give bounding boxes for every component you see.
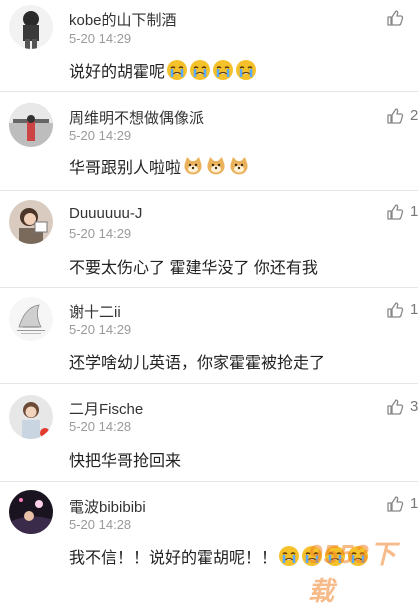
crying-face-icon [278,545,300,567]
comment-text: 说好的胡霍呢 [69,58,257,82]
avatar[interactable] [9,103,53,147]
comment-time: 5-20 14:28 [69,419,132,434]
comment-text: 还学啥幼儿英语，你家霍霍被抢走了 [69,355,326,372]
comment-time: 5-20 14:29 [69,226,132,241]
comment-text-body: 华哥跟别人啦啦 [69,160,182,177]
like-button[interactable]: 1 [386,301,418,321]
divider [0,287,418,288]
like-button[interactable]: 3 [386,398,418,418]
comment-time: 5-20 14:29 [69,31,132,46]
site-watermark: 9553下载 [300,528,418,606]
comment-username[interactable]: 周维明不想做偶像派 [69,107,204,128]
comment-username[interactable]: 谢十二ii [69,301,121,322]
avatar[interactable] [9,297,53,341]
crying-face-icon [166,59,188,81]
comment-username[interactable]: Duuuuuu-J [69,205,142,222]
comment-username[interactable]: 電波bibibibi [69,496,146,517]
comment-username[interactable]: 二月Fische [69,398,143,419]
like-count: 1 [410,203,418,220]
comment-text-body: 我不信！！说好的霍胡呢！！ [69,550,278,567]
like-button[interactable]: 1 [386,495,418,515]
comment-username[interactable]: kobe的山下制酒 [69,9,177,30]
comment-time: 5-20 14:29 [69,322,132,337]
comment-text: 不要太伤心了 霍建华没了 你还有我 [69,260,318,277]
comment-text: 华哥跟别人啦啦 [69,154,250,178]
comment-time: 5-20 14:28 [69,517,132,532]
divider [0,190,418,191]
avatar[interactable] [9,200,53,244]
like-count: 2 [410,107,418,124]
doge-face-icon [205,155,227,177]
avatar[interactable] [9,490,53,534]
divider [0,91,418,92]
like-count: 3 [410,398,418,415]
comment-text-body: 说好的胡霍呢 [69,64,166,81]
comment-time: 5-20 14:29 [69,128,132,143]
thumbs-up-icon [387,302,404,318]
thumbs-up-icon [387,108,404,124]
watermark-text: 9553下载 [308,539,397,606]
doge-face-icon [228,155,250,177]
crying-face-icon [189,59,211,81]
doge-face-icon [182,155,204,177]
comment-text: 快把华哥抢回来 [69,453,182,470]
avatar[interactable] [9,5,53,49]
avatar[interactable] [9,395,53,439]
divider [0,481,418,482]
thumbs-up-icon [387,10,404,26]
crying-face-icon [235,59,257,81]
like-count: 1 [410,301,418,318]
like-count: 1 [410,495,418,512]
thumbs-up-icon [387,204,404,220]
thumbs-up-icon [387,496,404,512]
thumbs-up-icon [387,399,404,415]
crying-face-icon [212,59,234,81]
divider [0,383,418,384]
like-button[interactable]: 1 [386,203,418,223]
like-button[interactable] [386,9,418,29]
like-button[interactable]: 2 [386,107,418,127]
